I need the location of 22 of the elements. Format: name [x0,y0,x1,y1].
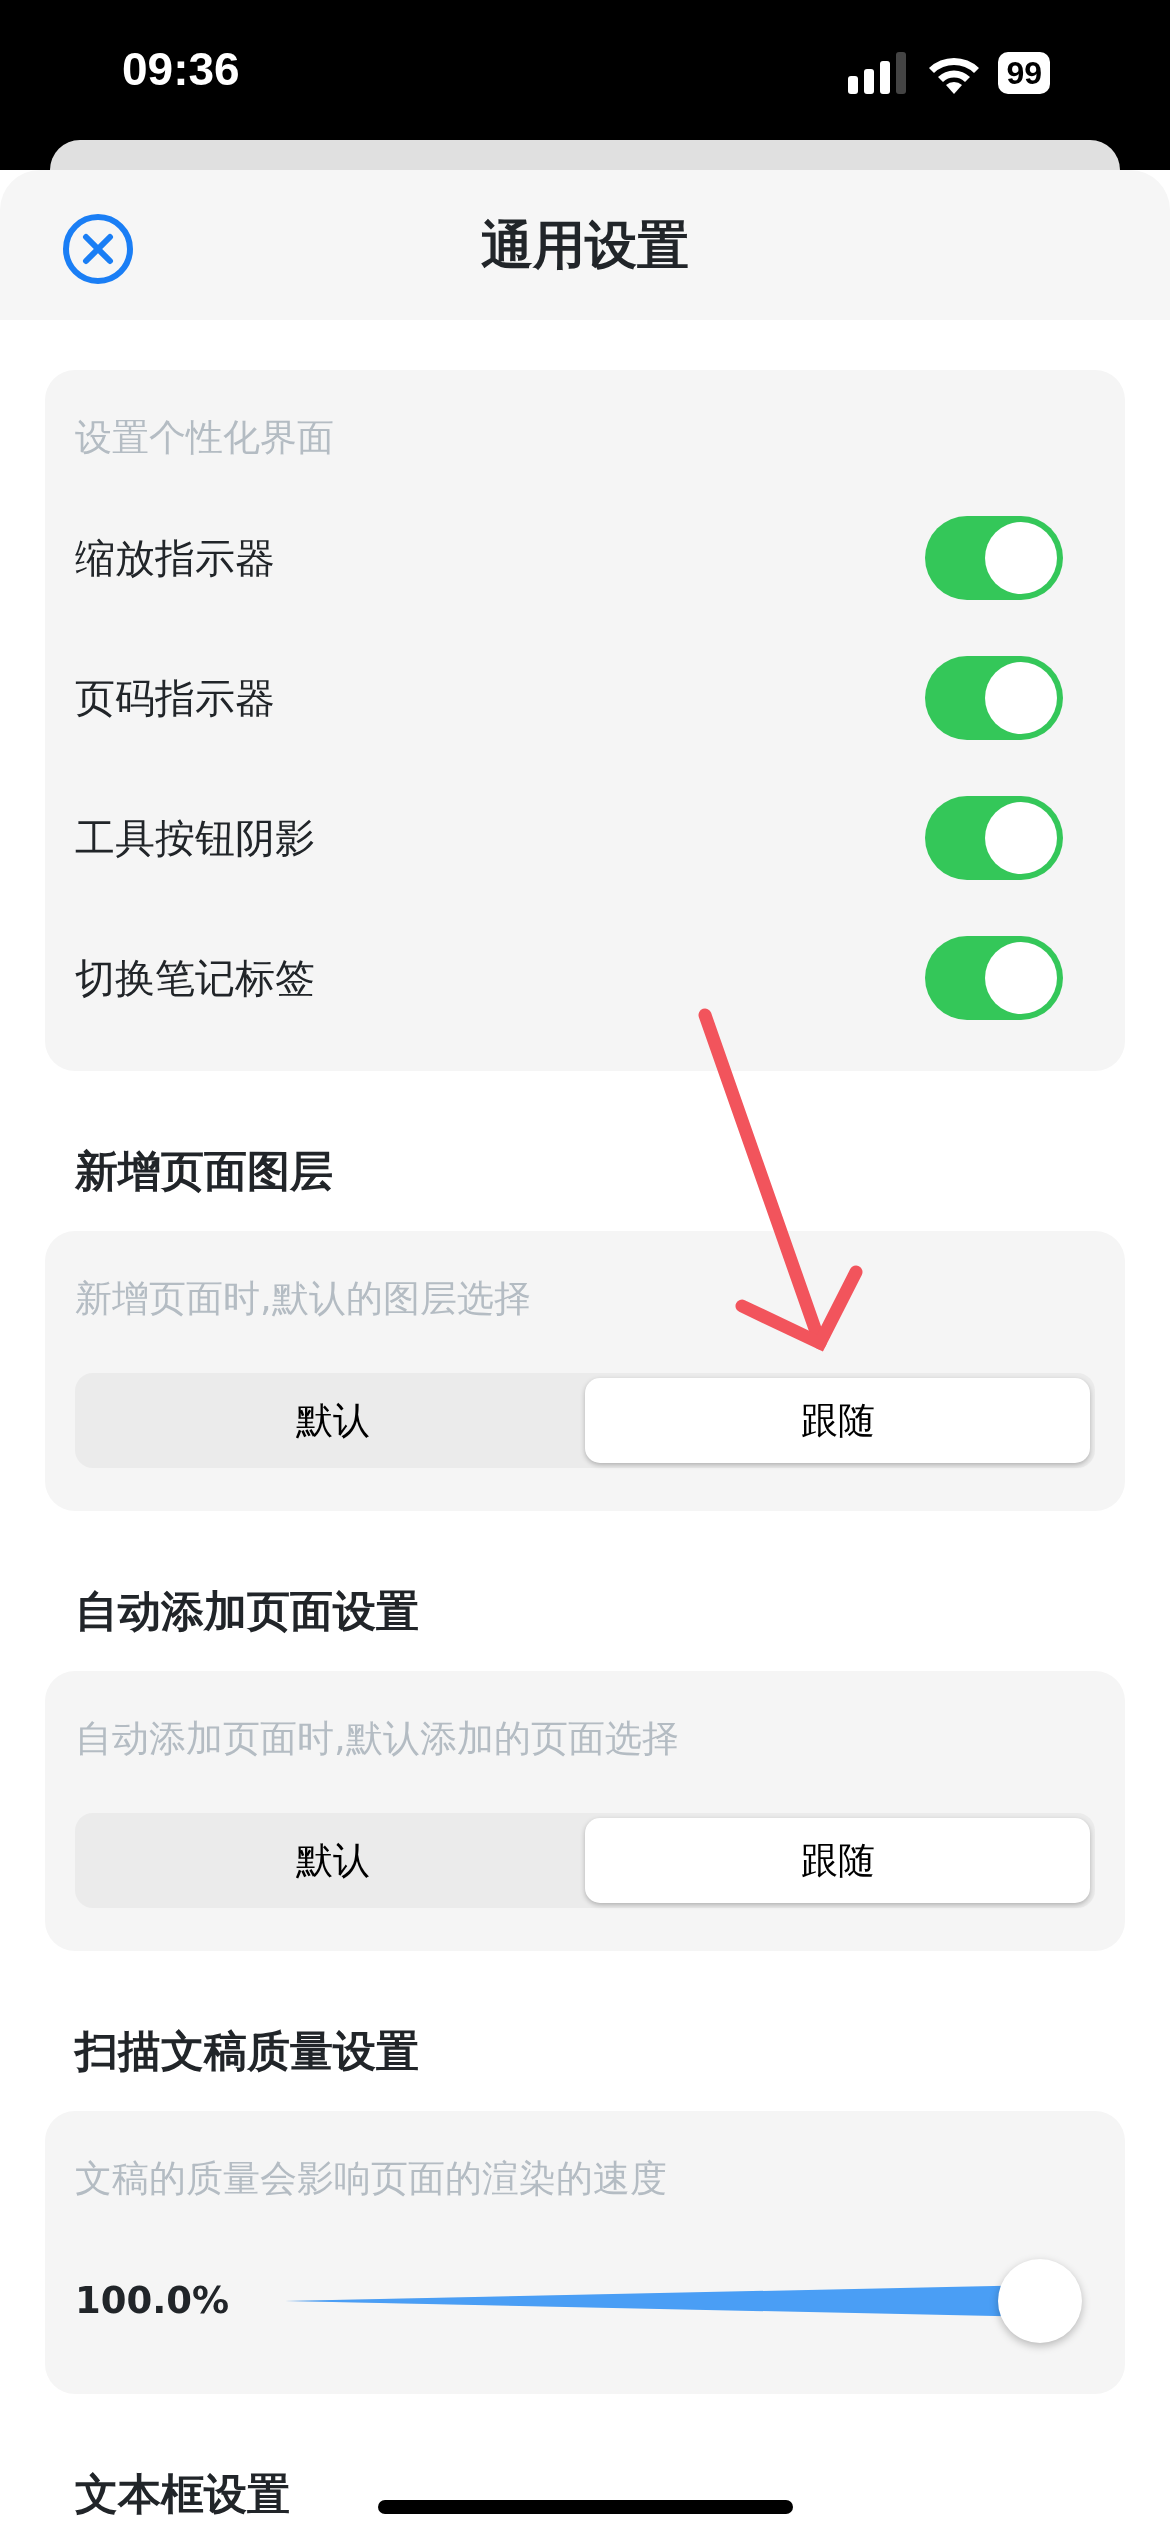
card-description: 文稿的质量会影响页面的渲染的速度 [75,2156,668,2202]
battery-level: 99 [998,52,1050,94]
section-title: 自动添加页面设置 [75,1585,419,1637]
sheet-title: 通用设置 [481,215,689,275]
slider-value: 100.0% [75,2278,231,2325]
card-description: 新增页面时,默认的图层选择 [75,1276,532,1322]
card-description: 自动添加页面时,默认添加的页面选择 [75,1716,680,1762]
section-title: 新增页面图层 [75,1145,333,1197]
slider-thumb[interactable] [998,2259,1082,2343]
segment-option[interactable]: 默认 [80,1378,585,1463]
setting-label: 缩放指示器 [75,534,275,583]
segment-option[interactable]: 跟随 [585,1818,1090,1903]
setting-label: 工具按钮阴影 [75,814,315,863]
section-title: 文本框设置 [75,2468,290,2520]
section-title: 扫描文稿质量设置 [75,2025,419,2077]
status-time: 09:36 [122,42,240,96]
setting-label: 页码指示器 [75,674,275,723]
setting-label: 切换笔记标签 [75,954,315,1003]
segment-option[interactable]: 默认 [80,1818,585,1903]
segment-option[interactable]: 跟随 [585,1378,1090,1463]
card-description: 设置个性化界面 [75,415,335,461]
close-button[interactable] [62,213,134,285]
